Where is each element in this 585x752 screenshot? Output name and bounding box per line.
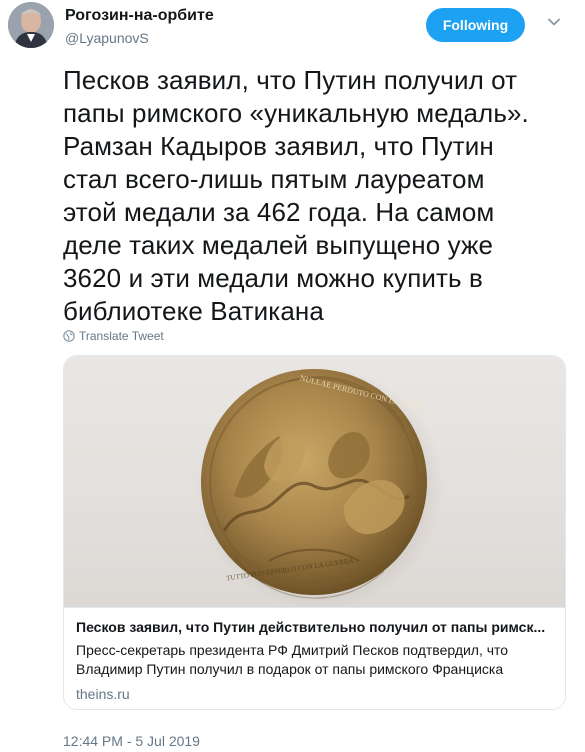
following-button[interactable]: Following xyxy=(426,8,525,42)
card-body: Песков заявил, что Путин действительно п… xyxy=(64,607,565,709)
tweet-text-line: библиотеке Ватикана xyxy=(63,296,324,326)
medal-image: NULLAE PERDUTO CON LA PACE TUTTO PUO ESS… xyxy=(64,356,565,607)
user-info: Рогозин-на-орбите @LyapunovS xyxy=(65,6,214,47)
tweet-timestamp[interactable]: 12:44 PM - 5 Jul 2019 xyxy=(63,732,200,750)
card-title: Песков заявил, что Путин действительно п… xyxy=(76,619,546,635)
tweet-text-line: папы римского «уникальную медаль». xyxy=(63,98,529,128)
display-name[interactable]: Рогозин-на-орбите xyxy=(65,6,214,26)
globe-icon xyxy=(63,330,75,342)
tweet-text-line: стал всего-лишь пятым лауреатом xyxy=(63,164,485,194)
tweet: Рогозин-на-орбите @LyapunovS Following П… xyxy=(0,0,585,752)
link-card[interactable]: NULLAE PERDUTO CON LA PACE TUTTO PUO ESS… xyxy=(63,355,566,710)
card-description: Пресс-секретарь президента РФ Дмитрий Пе… xyxy=(76,642,509,677)
chevron-down-icon[interactable] xyxy=(546,14,562,30)
tweet-text-line: Песков заявил, что Путин получил от xyxy=(63,65,518,95)
tweet-text: Песков заявил, что Путин получил от папы… xyxy=(63,64,573,328)
tweet-text-line: 3620 и эти медали можно купить в xyxy=(63,263,483,293)
translate-label: Translate Tweet xyxy=(79,329,164,343)
tweet-text-line: деле таких медалей выпущено уже xyxy=(63,230,494,260)
card-domain: theins.ru xyxy=(76,686,130,702)
user-handle[interactable]: @LyapunovS xyxy=(65,29,214,47)
translate-tweet-link[interactable]: Translate Tweet xyxy=(63,328,164,344)
tweet-text-line: этой медали за 462 года. На самом xyxy=(63,197,495,227)
tweet-text-line: Рамзан Кадыров заявил, что Путин xyxy=(63,131,494,161)
avatar[interactable] xyxy=(8,2,54,48)
